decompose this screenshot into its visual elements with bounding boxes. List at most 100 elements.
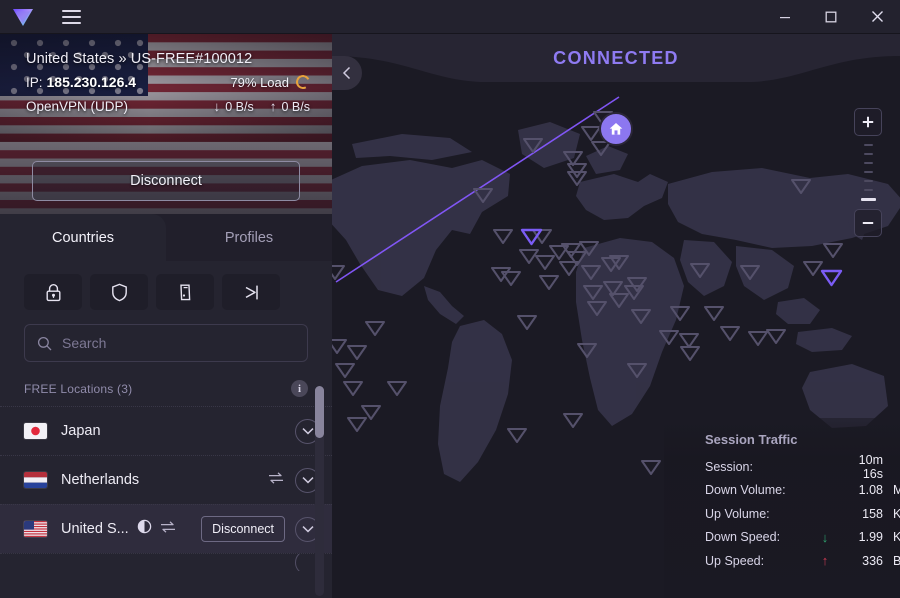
session-traffic-stats: Session: 10m 16s Down Volume: 1.08 MB Up… xyxy=(705,455,900,573)
ip-address: 185.230.126.4 xyxy=(47,74,137,90)
disconnect-zone: Disconnect xyxy=(0,142,332,214)
row-actions: Disconnect xyxy=(201,516,320,542)
location-name: Japan xyxy=(61,423,101,439)
smart-routing-icon[interactable] xyxy=(159,520,177,539)
minimize-icon xyxy=(779,11,791,23)
zoom-out-button[interactable] xyxy=(854,209,882,237)
list-item-next-partial[interactable] xyxy=(0,553,332,571)
zoom-tick xyxy=(864,189,873,191)
scrollbar-thumb[interactable] xyxy=(315,386,324,438)
stat-row: Session: 10m 16s xyxy=(705,455,900,479)
stat-value: 1.99 xyxy=(837,530,883,544)
shield-icon xyxy=(111,283,128,302)
load-indicator-icon xyxy=(137,519,152,539)
search-section xyxy=(0,310,332,362)
menu-button[interactable] xyxy=(52,0,90,34)
vpn-app-window: CONNECTED xyxy=(0,0,900,598)
stat-unit: MB xyxy=(883,483,900,497)
port-forwarding-button[interactable] xyxy=(156,274,214,310)
zoom-in-button[interactable] xyxy=(854,108,882,136)
server-load: 79% Load xyxy=(230,75,310,90)
free-locations-label: FREE Locations (3) xyxy=(24,382,132,396)
chevron-down-icon xyxy=(302,427,314,435)
search-box[interactable] xyxy=(24,324,308,362)
half-circle-icon xyxy=(137,519,152,534)
flag-nl xyxy=(24,472,47,488)
stat-value: 158 xyxy=(837,507,883,521)
stat-row: Down Volume: 1.08 MB xyxy=(705,479,900,503)
hamburger-line xyxy=(62,10,81,12)
stat-row: Up Volume: 158 KB xyxy=(705,502,900,526)
zoom-tick xyxy=(864,180,873,182)
stat-label: Up Speed: xyxy=(705,554,813,568)
zoom-slider[interactable] xyxy=(854,136,882,209)
swap-arrows-icon xyxy=(159,520,177,534)
search-icon xyxy=(37,336,52,351)
stat-value: 10m 16s xyxy=(837,453,883,481)
map-zoom-controls[interactable] xyxy=(854,108,882,237)
session-traffic-title: Session Traffic xyxy=(705,432,797,447)
server-name: United States » US-FREE#100012 xyxy=(26,51,310,67)
row-actions xyxy=(267,468,320,493)
list-item-netherlands[interactable]: Netherlands xyxy=(0,455,332,504)
smart-routing-icon[interactable] xyxy=(267,471,285,490)
maximize-button[interactable] xyxy=(808,0,854,34)
stat-label: Down Volume: xyxy=(705,483,813,497)
minimize-button[interactable] xyxy=(762,0,808,34)
list-item-japan[interactable]: Japan xyxy=(0,406,332,455)
zoom-slider-handle[interactable] xyxy=(861,198,876,201)
kill-switch-icon xyxy=(242,283,261,302)
server-load-text: 79% Load xyxy=(230,75,289,90)
quick-actions-row xyxy=(0,261,332,310)
stat-label: Down Speed: xyxy=(705,530,813,544)
session-traffic-panel: Session Traffic Session: 10m 16s Down Vo… xyxy=(664,418,900,598)
load-ring-icon xyxy=(294,73,312,91)
locations-scrollbar[interactable] xyxy=(315,386,324,596)
minus-icon xyxy=(861,216,875,230)
home-icon xyxy=(608,121,624,137)
stat-row: Down Speed: ↓ 1.99 KB/s xyxy=(705,526,900,550)
world-map-panel[interactable]: CONNECTED xyxy=(332,34,900,598)
stat-value: 336 xyxy=(837,554,883,568)
zoom-tick xyxy=(864,144,873,146)
app-logo xyxy=(0,7,46,27)
close-icon xyxy=(871,10,884,23)
location-name: United S... xyxy=(61,521,129,537)
tab-countries[interactable]: Countries xyxy=(0,214,166,261)
disconnect-button[interactable]: Disconnect xyxy=(32,161,300,201)
us-flag-icon xyxy=(24,521,47,537)
search-input[interactable] xyxy=(62,335,295,351)
close-button[interactable] xyxy=(854,0,900,34)
sidebar-tabs: Countries Profiles xyxy=(0,214,332,261)
stat-label: Session: xyxy=(705,460,813,474)
info-icon[interactable]: i xyxy=(291,380,308,397)
chevron-down-icon xyxy=(302,476,314,484)
stat-unit: KB xyxy=(883,507,900,521)
app-logo-icon xyxy=(12,7,34,27)
ip-label: IP: xyxy=(26,75,43,90)
connection-header: United States » US-FREE#100012 IP: 185.2… xyxy=(0,34,332,142)
location-name: Netherlands xyxy=(61,472,139,488)
stat-unit: KB/s xyxy=(883,530,900,544)
row-status-icons xyxy=(137,519,177,539)
netherlands-flag-icon xyxy=(24,472,47,488)
row-disconnect-button[interactable]: Disconnect xyxy=(201,516,285,542)
hamburger-line xyxy=(62,16,81,18)
list-item-united-states[interactable]: United S... xyxy=(0,504,332,553)
secure-core-button[interactable] xyxy=(24,274,82,310)
window-controls xyxy=(762,0,900,34)
stat-value: 1.08 xyxy=(837,483,883,497)
home-server-marker[interactable] xyxy=(599,112,633,146)
kill-switch-button[interactable] xyxy=(222,274,280,310)
lock-icon xyxy=(45,283,62,302)
download-speed-value: 0 B/s xyxy=(225,100,254,114)
ip-row: IP: 185.230.126.4 79% Load xyxy=(26,74,310,90)
down-arrow-icon: ↓ xyxy=(813,530,837,545)
netshield-button[interactable] xyxy=(90,274,148,310)
connection-info: United States » US-FREE#100012 IP: 185.2… xyxy=(0,34,332,114)
tab-profiles[interactable]: Profiles xyxy=(166,214,332,261)
flag-jp xyxy=(24,423,47,439)
title-bar xyxy=(0,0,900,34)
free-locations-header: FREE Locations (3) i xyxy=(0,362,332,406)
download-speed: ↓ 0 B/s xyxy=(214,99,254,114)
